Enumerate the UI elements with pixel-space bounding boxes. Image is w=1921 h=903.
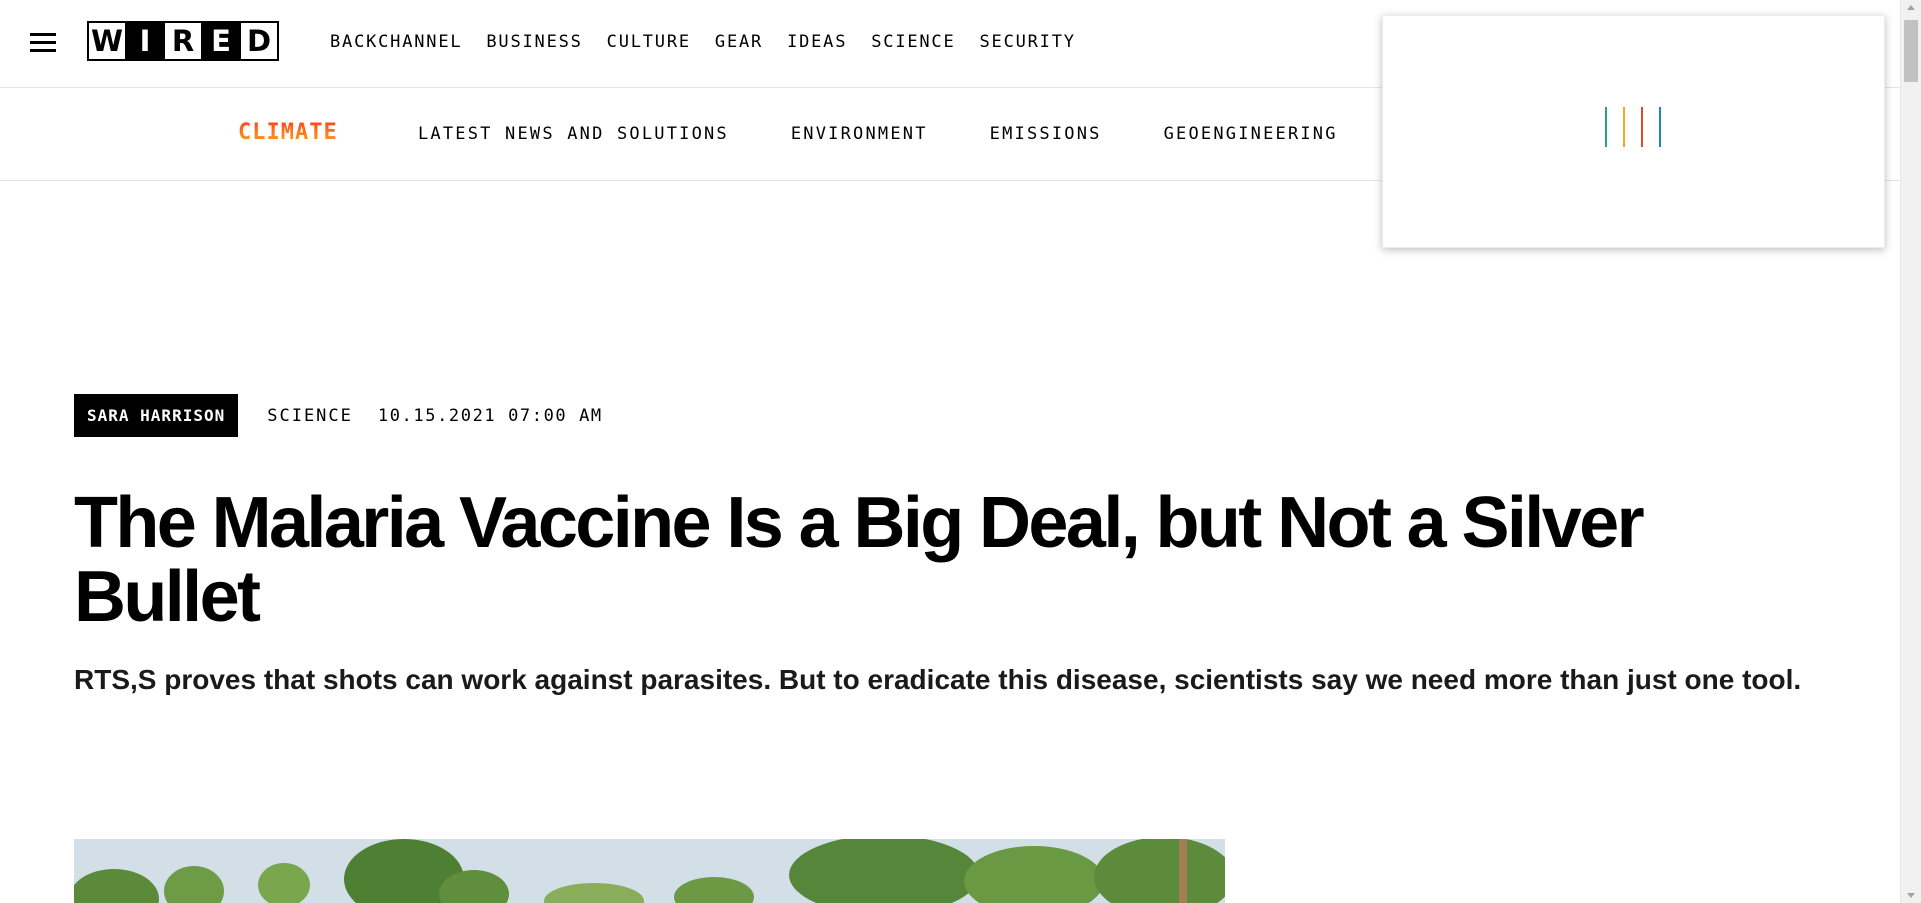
scroll-down-icon[interactable] bbox=[1907, 893, 1915, 898]
subnav-item-environment[interactable]: ENVIRONMENT bbox=[791, 124, 928, 144]
nav-item-backchannel[interactable]: BACKCHANNEL bbox=[330, 32, 462, 52]
logo-letter-d: D bbox=[241, 23, 277, 59]
scroll-thumb[interactable] bbox=[1904, 20, 1918, 82]
author-link[interactable]: SARA HARRISON bbox=[74, 394, 239, 437]
nav-item-security[interactable]: SECURITY bbox=[980, 32, 1076, 52]
nav-item-ideas[interactable]: IDEAS bbox=[787, 32, 847, 52]
page-scrollbar[interactable] bbox=[1900, 0, 1921, 903]
lead-image-trees bbox=[74, 839, 1225, 903]
nav-item-science[interactable]: SCIENCE bbox=[871, 32, 955, 52]
lead-image bbox=[74, 839, 1225, 903]
ad-popup[interactable] bbox=[1382, 15, 1885, 248]
climate-subnav-links: LATEST NEWS AND SOLUTIONS ENVIRONMENT EM… bbox=[418, 124, 1400, 144]
loader-bar bbox=[1605, 107, 1607, 147]
subnav-item-geoengineering[interactable]: GEOENGINEERING bbox=[1164, 124, 1338, 144]
subnav-item-emissions[interactable]: EMISSIONS bbox=[990, 124, 1102, 144]
main-nav: BACKCHANNEL BUSINESS CULTURE GEAR IDEAS … bbox=[330, 32, 1100, 52]
logo-letter-e: E bbox=[203, 23, 239, 59]
loader-bar bbox=[1659, 107, 1661, 147]
logo-letter-r: R bbox=[165, 23, 201, 59]
scroll-up-icon[interactable] bbox=[1907, 5, 1915, 10]
loader-bar bbox=[1641, 107, 1643, 147]
subnav-item-latest-news[interactable]: LATEST NEWS AND SOLUTIONS bbox=[418, 124, 729, 144]
climate-brand-link[interactable]: CLIMATE bbox=[238, 120, 338, 145]
menu-icon[interactable] bbox=[30, 33, 56, 53]
article-title: The Malaria Vaccine Is a Big Deal, but N… bbox=[74, 483, 1645, 637]
page: W I R E D BACKCHANNEL BUSINESS CULTURE G… bbox=[0, 0, 1921, 903]
section-link[interactable]: SCIENCE bbox=[267, 406, 353, 426]
publish-date: 10.15.2021 07:00 AM bbox=[377, 405, 603, 426]
loader-bar bbox=[1623, 107, 1625, 147]
logo-letter-i: I bbox=[127, 23, 163, 59]
wired-logo[interactable]: W I R E D bbox=[87, 21, 279, 61]
logo-letter-w: W bbox=[89, 23, 125, 59]
article-meta: SARA HARRISON SCIENCE 10.15.2021 07:00 A… bbox=[74, 394, 603, 437]
nav-item-gear[interactable]: GEAR bbox=[715, 32, 763, 52]
nav-item-business[interactable]: BUSINESS bbox=[486, 32, 582, 52]
article-dek: RTS,S proves that shots can work against… bbox=[74, 664, 1802, 695]
loading-spinner-icon bbox=[1605, 107, 1661, 147]
nav-item-culture[interactable]: CULTURE bbox=[607, 32, 691, 52]
